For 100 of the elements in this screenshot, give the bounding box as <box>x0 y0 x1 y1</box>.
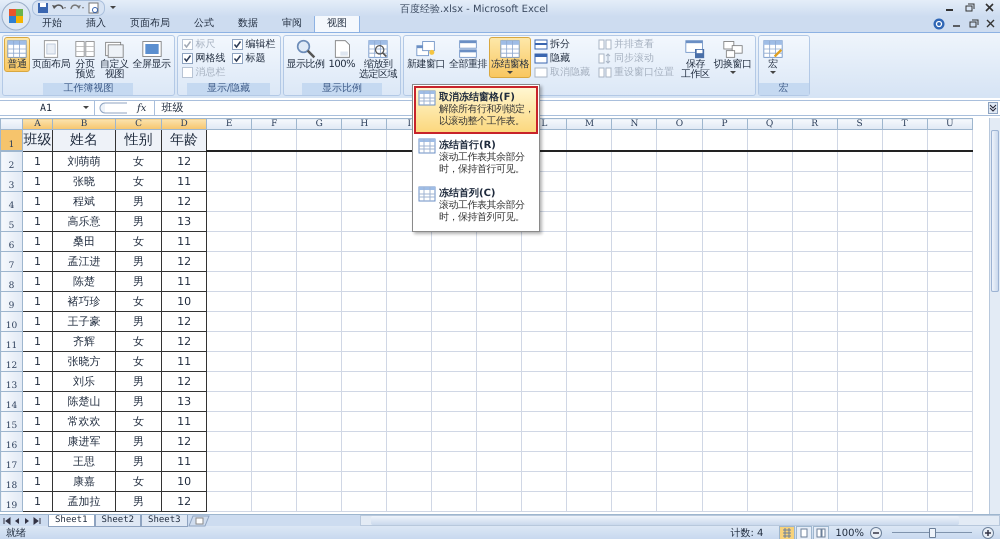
row-header[interactable]: 12 <box>0 352 23 372</box>
row-header[interactable]: 8 <box>0 272 23 292</box>
ribbon-tab[interactable]: 公式 <box>182 15 226 32</box>
close-icon[interactable] <box>984 3 996 13</box>
sheet-tab[interactable]: Sheet3 <box>141 514 188 526</box>
column-header[interactable]: F <box>252 118 297 130</box>
slider-thumb[interactable] <box>929 528 936 538</box>
sheet-tab[interactable]: Sheet1 <box>48 514 95 526</box>
formula-text[interactable]: 班级 <box>161 101 184 115</box>
table-cell: 1 <box>22 492 53 512</box>
zoom-in-icon[interactable] <box>982 527 994 539</box>
column-header[interactable]: E <box>206 118 252 130</box>
column-header[interactable]: M <box>566 118 612 130</box>
caret-icon[interactable] <box>109 5 117 11</box>
row-header[interactable]: 15 <box>0 412 23 432</box>
row-header[interactable]: 13 <box>0 372 23 392</box>
checkbox[interactable] <box>232 38 242 50</box>
menu-item[interactable]: 冻结首行(R) 滚动工作表其余部分 时，保持首行可见。 <box>414 134 538 182</box>
table-cell: 女 <box>116 412 162 432</box>
row-header[interactable]: 7 <box>0 252 23 272</box>
ribbon-button[interactable]: 显示比例 <box>284 37 326 72</box>
table-cell: 男 <box>116 392 162 412</box>
column-header[interactable]: U <box>927 118 972 130</box>
row-header[interactable]: 3 <box>0 172 23 192</box>
row-header[interactable]: 1 <box>0 130 23 151</box>
ribbon-button[interactable]: 冻结窗格 <box>489 37 532 78</box>
table-cell: 10 <box>162 472 207 492</box>
ribbon-button[interactable]: 100% <box>326 37 358 72</box>
ribbon-button[interactable]: 保存 工作区 <box>679 37 712 82</box>
row-header[interactable]: 14 <box>0 392 23 412</box>
row-header[interactable]: 17 <box>0 452 23 472</box>
column-header[interactable]: T <box>882 118 928 130</box>
ribbon-tab[interactable]: 数据 <box>226 15 270 32</box>
ribbon-button[interactable]: 页面布局 <box>30 37 72 72</box>
help-icon[interactable] <box>933 18 945 30</box>
row-header[interactable]: 19 <box>0 492 23 512</box>
column-header[interactable]: N <box>612 118 657 130</box>
page-break-view-button[interactable] <box>813 526 830 539</box>
column-header[interactable]: D <box>162 118 207 130</box>
restore-icon[interactable] <box>964 3 976 13</box>
insert-function-button[interactable]: fx <box>133 102 150 114</box>
zoom-out-icon[interactable] <box>870 527 882 539</box>
row-header[interactable]: 5 <box>0 212 23 232</box>
table-cell: 1 <box>22 272 53 292</box>
ribbon-tab[interactable]: 开始 <box>30 15 74 32</box>
row-header[interactable]: 16 <box>0 432 23 452</box>
name-box[interactable]: A1 <box>0 101 95 115</box>
row-header[interactable]: 9 <box>0 292 23 312</box>
row-header[interactable]: 10 <box>0 312 23 332</box>
vertical-scrollbar[interactable] <box>989 118 1000 514</box>
table-cell: 1 <box>22 172 53 192</box>
column-header[interactable]: R <box>792 118 838 130</box>
row-header[interactable]: 11 <box>0 332 23 352</box>
ribbon-tab[interactable]: 页面布局 <box>118 15 182 32</box>
page-layout-view-button[interactable] <box>796 526 812 539</box>
ribbon-button[interactable]: 分页 预览 <box>72 37 98 82</box>
column-header[interactable]: P <box>702 118 748 130</box>
ribbon-button[interactable]: 普通 <box>4 37 30 72</box>
restore-icon[interactable] <box>968 19 979 29</box>
expand-icon[interactable] <box>988 102 998 114</box>
insert-sheet-icon[interactable] <box>188 514 210 526</box>
ribbon-button[interactable]: 切换窗口 <box>712 37 754 78</box>
row-header[interactable]: 18 <box>0 472 23 492</box>
print-preview-icon[interactable] <box>87 2 100 14</box>
close-icon[interactable] <box>985 19 996 29</box>
column-header[interactable]: A <box>22 118 53 130</box>
ribbon-button[interactable]: 全屏显示 <box>130 37 172 72</box>
ribbon-button[interactable]: 全部重排 <box>447 37 490 72</box>
column-header[interactable]: Q <box>747 118 792 130</box>
row-header[interactable]: 4 <box>0 192 23 212</box>
ribbon-button[interactable]: 拆分 <box>534 37 592 51</box>
normal-view-button[interactable] <box>779 526 796 539</box>
ribbon-button[interactable]: 隐藏 <box>534 51 592 65</box>
column-header[interactable]: S <box>837 118 882 130</box>
ribbon-button[interactable]: 新建窗口 <box>405 37 448 72</box>
row-header[interactable]: 2 <box>0 151 23 172</box>
menu-item[interactable]: 取消冻结窗格(F) 解除所有行和列锁定， 以滚动整个工作表。 <box>414 86 538 134</box>
menu-item[interactable]: 冻结首列(C) 滚动工作表其余部分 时，保持首列可见。 <box>414 182 538 230</box>
first-sheet-icon[interactable] <box>2 516 12 526</box>
checkbox[interactable] <box>232 52 242 64</box>
ribbon-button[interactable]: 缩放到 选定区域 <box>357 37 400 82</box>
zoom-level[interactable]: 100% <box>835 528 864 538</box>
horizontal-scrollbar[interactable] <box>360 515 1000 526</box>
circle-button-icon[interactable] <box>99 102 129 114</box>
checkbox[interactable] <box>182 52 192 64</box>
row-header[interactable]: 6 <box>0 232 23 252</box>
table-cell: 1 <box>22 192 53 212</box>
zoom-selection-icon <box>367 39 390 59</box>
ribbon-button[interactable]: 宏 <box>760 37 786 78</box>
column-header[interactable]: C <box>116 118 162 130</box>
last-sheet-icon[interactable] <box>32 516 42 526</box>
column-header[interactable]: B <box>52 118 116 130</box>
column-header[interactable]: G <box>296 118 342 130</box>
save-icon[interactable] <box>37 2 49 14</box>
ribbon-tab[interactable]: 审阅 <box>270 15 314 32</box>
ribbon-tab[interactable]: 插入 <box>74 15 118 32</box>
column-header[interactable]: O <box>656 118 702 130</box>
sheet-tab[interactable]: Sheet2 <box>94 514 142 526</box>
ribbon-button[interactable]: 自定义 视图 <box>98 37 130 82</box>
column-header[interactable]: H <box>342 118 387 130</box>
